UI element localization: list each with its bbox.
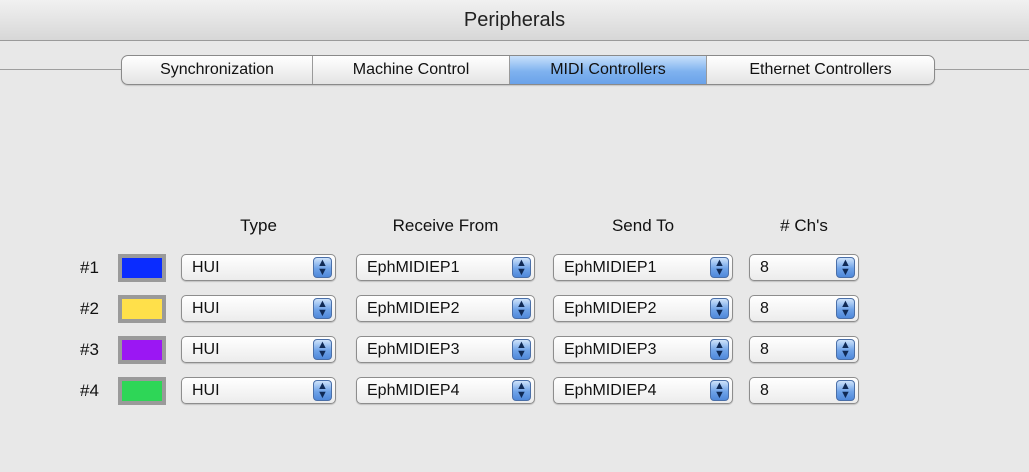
channels-popup-value: 8 [760,382,769,399]
send-to-popup-value: EphMIDIEP1 [564,259,657,276]
send-to-popup[interactable]: EphMIDIEP1 ▲ ▼ [553,254,733,281]
up-down-arrows-icon: ▲ ▼ [313,339,332,360]
channels-popup-value: 8 [760,341,769,358]
tab-bar: Synchronization Machine Control MIDI Con… [121,55,935,85]
tab-midi-controllers[interactable]: MIDI Controllers [510,56,707,84]
tab-synchronization[interactable]: Synchronization [122,56,313,84]
send-to-popup[interactable]: EphMIDIEP3 ▲ ▼ [553,336,733,363]
up-down-arrows-icon: ▲ ▼ [313,380,332,401]
channels-popup-value: 8 [760,300,769,317]
up-down-arrows-icon: ▲ ▼ [836,380,855,401]
up-down-arrows-icon: ▲ ▼ [313,257,332,278]
type-popup[interactable]: HUI ▲ ▼ [181,295,336,322]
header-type: Type [240,216,277,235]
up-down-arrows-icon: ▲ ▼ [710,257,729,278]
receive-from-popup-value: EphMIDIEP3 [367,341,460,358]
controller-color-swatch[interactable] [118,295,166,323]
header-send-to: Send To [611,216,675,235]
type-popup[interactable]: HUI ▲ ▼ [181,377,336,404]
controller-color-swatch[interactable] [118,377,166,405]
controller-label: #1 [80,258,99,277]
channels-popup[interactable]: 8 ▲ ▼ [749,254,859,281]
window-title: Peripherals [0,0,1029,41]
up-down-arrows-icon: ▲ ▼ [313,298,332,319]
up-down-arrows-icon: ▲ ▼ [836,257,855,278]
up-down-arrows-icon: ▲ ▼ [836,298,855,319]
type-popup[interactable]: HUI ▲ ▼ [181,336,336,363]
type-popup-value: HUI [192,300,220,317]
up-down-arrows-icon: ▲ ▼ [836,339,855,360]
receive-from-popup-value: EphMIDIEP4 [367,382,460,399]
channels-popup[interactable]: 8 ▲ ▼ [749,377,859,404]
up-down-arrows-icon: ▲ ▼ [512,298,531,319]
controller-color-swatch[interactable] [118,254,166,282]
header-channels: # Ch's [780,216,828,235]
type-popup-value: HUI [192,259,220,276]
send-to-popup[interactable]: EphMIDIEP2 ▲ ▼ [553,295,733,322]
channels-popup-value: 8 [760,259,769,276]
receive-from-popup[interactable]: EphMIDIEP4 ▲ ▼ [356,377,535,404]
header-receive-from: Receive From [392,216,499,235]
tab-ethernet-controllers[interactable]: Ethernet Controllers [707,56,934,84]
up-down-arrows-icon: ▲ ▼ [512,339,531,360]
up-down-arrows-icon: ▲ ▼ [710,339,729,360]
type-popup[interactable]: HUI ▲ ▼ [181,254,336,281]
receive-from-popup[interactable]: EphMIDIEP1 ▲ ▼ [356,254,535,281]
controller-label: #3 [80,340,99,359]
type-popup-value: HUI [192,382,220,399]
controller-label: #2 [80,299,99,318]
receive-from-popup[interactable]: EphMIDIEP2 ▲ ▼ [356,295,535,322]
receive-from-popup-value: EphMIDIEP1 [367,259,460,276]
up-down-arrows-icon: ▲ ▼ [512,257,531,278]
up-down-arrows-icon: ▲ ▼ [710,380,729,401]
channels-popup[interactable]: 8 ▲ ▼ [749,295,859,322]
tab-machine-control[interactable]: Machine Control [313,56,510,84]
up-down-arrows-icon: ▲ ▼ [710,298,729,319]
send-to-popup-value: EphMIDIEP3 [564,341,657,358]
channels-popup[interactable]: 8 ▲ ▼ [749,336,859,363]
send-to-popup[interactable]: EphMIDIEP4 ▲ ▼ [553,377,733,404]
receive-from-popup-value: EphMIDIEP2 [367,300,460,317]
send-to-popup-value: EphMIDIEP4 [564,382,657,399]
type-popup-value: HUI [192,341,220,358]
send-to-popup-value: EphMIDIEP2 [564,300,657,317]
controller-color-swatch[interactable] [118,336,166,364]
up-down-arrows-icon: ▲ ▼ [512,380,531,401]
receive-from-popup[interactable]: EphMIDIEP3 ▲ ▼ [356,336,535,363]
controller-label: #4 [80,381,99,400]
